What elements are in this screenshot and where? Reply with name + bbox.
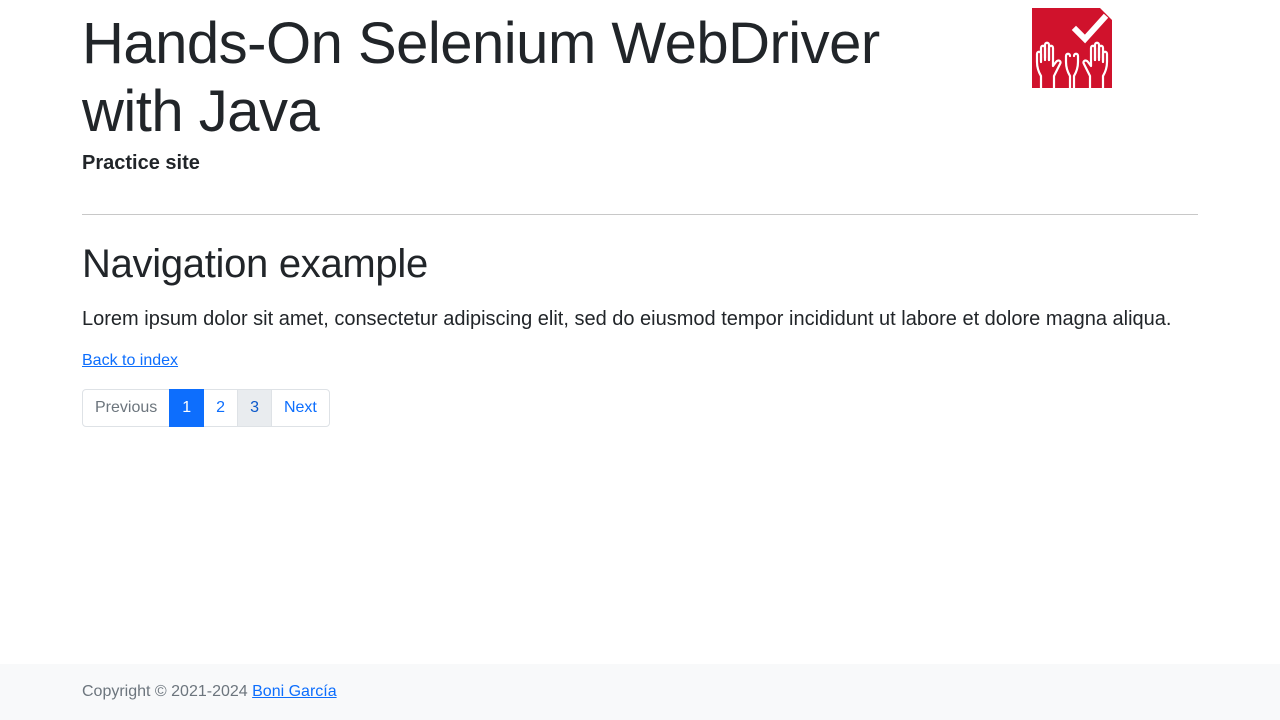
hands-checkmark-logo-icon — [1032, 8, 1112, 88]
page-footer: Copyright © 2021-2024 Boni García — [0, 664, 1280, 720]
page-title: Hands-On Selenium WebDriver with Java — [82, 11, 880, 144]
footer-copyright: Copyright © 2021-2024 Boni García — [82, 682, 337, 702]
author-link[interactable]: Boni García — [252, 683, 336, 700]
pagination-next-link[interactable]: Next — [270, 389, 330, 427]
header-divider — [82, 214, 1198, 215]
section-heading: Navigation example — [82, 242, 428, 286]
back-to-index-link[interactable]: Back to index — [82, 351, 178, 371]
lorem-paragraph: Lorem ipsum dolor sit amet, consectetur … — [82, 308, 1172, 330]
pagination-page-1-link[interactable]: 1 — [169, 389, 205, 427]
copyright-text: Copyright © 2021-2024 — [82, 683, 248, 700]
pagination-next-item: Next — [270, 389, 330, 427]
page-subtitle: Practice site — [82, 152, 200, 174]
pagination-page-item: 1 — [169, 389, 205, 427]
pagination-page-item: 3 — [237, 389, 272, 427]
pagination-previous-item: Previous — [82, 389, 171, 427]
pagination-page-2-link[interactable]: 2 — [203, 389, 239, 427]
pagination-previous-link[interactable]: Previous — [82, 389, 171, 427]
pagination: Previous 1 2 3 Next — [82, 389, 330, 427]
page: Hands-On Selenium WebDriver with Java Pr… — [0, 0, 1280, 720]
pagination-page-item: 2 — [203, 389, 239, 427]
pagination-page-3-link[interactable]: 3 — [237, 389, 272, 427]
